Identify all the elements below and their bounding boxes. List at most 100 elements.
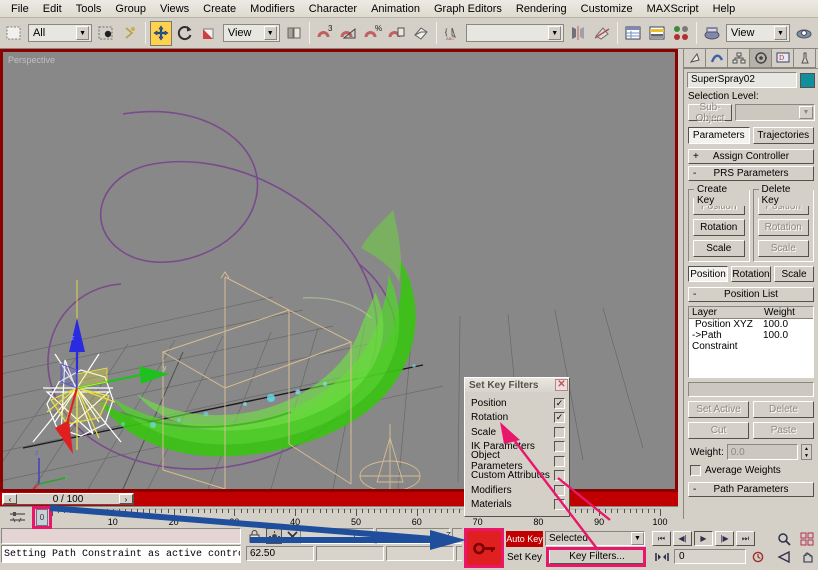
- next-frame-arrow[interactable]: ›: [119, 494, 133, 504]
- snap-toggle-icon[interactable]: [266, 528, 282, 544]
- tab-trajectories[interactable]: Trajectories: [753, 127, 815, 144]
- chevron-down-icon[interactable]: ▼: [548, 26, 561, 40]
- go-to-start-icon[interactable]: ⏮: [652, 531, 671, 546]
- layer-manager-icon[interactable]: [622, 21, 644, 46]
- chevron-down-icon[interactable]: ▼: [264, 26, 277, 40]
- named-selection-set-dropdown[interactable]: ▼: [466, 24, 565, 42]
- rollout-prs-parameters[interactable]: - PRS Parameters: [688, 166, 814, 181]
- filter-row-modifiers[interactable]: Modifiers: [465, 483, 569, 498]
- filter-row-rotation[interactable]: Rotation ✓: [465, 411, 569, 426]
- filter-checkbox-position[interactable]: ✓: [554, 398, 565, 409]
- previous-frame-arrow[interactable]: ‹: [3, 494, 17, 504]
- dialog-title-bar[interactable]: Set Key Filters ✕: [465, 378, 569, 392]
- time-slider-readout[interactable]: ‹ 0 / 100 ›: [2, 493, 134, 505]
- menu-item-maxscript[interactable]: MAXScript: [640, 2, 706, 16]
- average-weights-row[interactable]: Average Weights: [690, 465, 812, 476]
- rollout-assign-controller[interactable]: + Assign Controller: [688, 149, 814, 164]
- display-tab-icon[interactable]: D: [772, 49, 794, 68]
- position-list-row[interactable]: Position XYZ 100.0: [689, 319, 813, 330]
- layer-name-field[interactable]: [688, 382, 814, 397]
- chevron-down-icon[interactable]: ▼: [774, 26, 787, 40]
- coord-readout-3[interactable]: [386, 546, 454, 561]
- delete-key-rotation-button[interactable]: Rotation: [758, 219, 810, 236]
- set-active-button[interactable]: Set Active: [688, 401, 749, 418]
- filter-row-position[interactable]: Position ✓: [465, 396, 569, 411]
- x-coord-input[interactable]: [300, 528, 374, 544]
- prs-tab-rotation[interactable]: Rotation: [731, 266, 771, 282]
- zoom-all-icon[interactable]: [797, 531, 817, 547]
- average-weights-checkbox[interactable]: [690, 465, 701, 476]
- menu-item-views[interactable]: Views: [153, 2, 196, 16]
- modify-tab-icon[interactable]: [706, 49, 728, 68]
- utilities-tab-icon[interactable]: [794, 49, 816, 68]
- percent-snap-toggle-icon[interactable]: %: [362, 21, 384, 46]
- prs-tab-position[interactable]: Position: [688, 266, 728, 282]
- create-tab-icon[interactable]: [684, 49, 706, 68]
- select-by-name-icon[interactable]: [95, 21, 117, 46]
- go-to-end-icon[interactable]: ⏭: [736, 531, 755, 546]
- track-bar[interactable]: 0 102030405060708090100: [0, 506, 678, 528]
- key-mode-toggle-icon[interactable]: [652, 549, 671, 564]
- filter-row-scale[interactable]: Scale: [465, 425, 569, 440]
- select-and-rotate-icon[interactable]: [174, 21, 196, 46]
- menu-item-animation[interactable]: Animation: [364, 2, 427, 16]
- rollout-path-parameters[interactable]: - Path Parameters: [688, 482, 814, 497]
- mirror-icon[interactable]: [567, 21, 589, 46]
- delete-key-scale-button[interactable]: Scale: [758, 240, 810, 257]
- menu-item-file[interactable]: File: [4, 2, 36, 16]
- cut-layer-button[interactable]: Cut: [688, 422, 749, 439]
- chevron-down-icon[interactable]: ▼: [799, 106, 813, 119]
- y-coord-input[interactable]: [376, 528, 450, 544]
- coord-readout-1[interactable]: 62.50: [246, 546, 314, 561]
- play-animation-icon[interactable]: ▶: [694, 531, 713, 546]
- menu-item-customize[interactable]: Customize: [574, 2, 640, 16]
- previous-frame-icon[interactable]: ◀|: [673, 531, 692, 546]
- position-list-row[interactable]: ->Path Constraint 100.0: [689, 330, 813, 352]
- object-name-field[interactable]: SuperSpray02: [687, 72, 797, 88]
- current-frame-field[interactable]: 0: [674, 549, 746, 564]
- clear-icon[interactable]: [285, 528, 299, 544]
- zoom-icon[interactable]: [774, 531, 794, 547]
- weight-field[interactable]: 0.0: [727, 444, 798, 460]
- select-object-icon[interactable]: [3, 21, 25, 46]
- selection-filter-dropdown[interactable]: All ▼: [28, 24, 92, 42]
- menu-item-character[interactable]: Character: [302, 2, 364, 16]
- filter-checkbox-ik-parameters[interactable]: [554, 441, 565, 452]
- spinner-up-icon[interactable]: ▲: [802, 445, 811, 452]
- viewport-layout-dropdown[interactable]: View ▼: [726, 24, 790, 42]
- create-key-rotation-button[interactable]: Rotation: [693, 219, 745, 236]
- pan-icon[interactable]: [797, 549, 817, 565]
- use-pivot-point-center-icon[interactable]: [283, 21, 305, 46]
- filter-checkbox-modifiers[interactable]: [554, 485, 565, 496]
- chevron-down-icon[interactable]: ▼: [76, 26, 89, 40]
- tab-parameters[interactable]: Parameters: [688, 127, 750, 144]
- align-icon[interactable]: [591, 21, 613, 46]
- select-and-move-icon[interactable]: [150, 21, 172, 46]
- filter-checkbox-materials[interactable]: [554, 499, 565, 510]
- key-mode-dropdown[interactable]: Selected ▼: [545, 531, 645, 546]
- menu-item-group[interactable]: Group: [108, 2, 153, 16]
- field-of-view-icon[interactable]: [774, 549, 794, 565]
- edit-named-selection-sets-icon[interactable]: [410, 21, 432, 46]
- prs-tab-scale[interactable]: Scale: [774, 266, 814, 282]
- maxscript-icon[interactable]: { }ABC: [441, 21, 463, 46]
- filter-row-materials[interactable]: Materials: [465, 498, 569, 513]
- schematic-view-icon[interactable]: [670, 21, 692, 46]
- menu-item-help[interactable]: Help: [706, 2, 743, 16]
- rollout-position-list[interactable]: - Position List: [688, 287, 814, 302]
- perspective-viewport[interactable]: z y z x y P: [3, 52, 675, 489]
- delete-layer-button[interactable]: Delete: [753, 401, 814, 418]
- render-production-icon[interactable]: [793, 21, 815, 46]
- close-icon[interactable]: ✕: [555, 379, 568, 391]
- menu-item-rendering[interactable]: Rendering: [509, 2, 574, 16]
- set-key-filters-dialog[interactable]: Set Key Filters ✕ Position ✓ Rotation ✓ …: [464, 377, 570, 517]
- object-color-swatch[interactable]: [800, 73, 815, 88]
- select-and-scale-icon[interactable]: [198, 21, 220, 46]
- paste-layer-button[interactable]: Paste: [753, 422, 814, 439]
- filter-row-object-parameters[interactable]: Object Parameters: [465, 454, 569, 469]
- menu-item-tools[interactable]: Tools: [69, 2, 109, 16]
- material-editor-icon[interactable]: [701, 21, 723, 46]
- angle-snap-toggle-icon[interactable]: [338, 21, 360, 46]
- menu-item-create[interactable]: Create: [196, 2, 243, 16]
- hierarchy-tab-icon[interactable]: [728, 49, 750, 68]
